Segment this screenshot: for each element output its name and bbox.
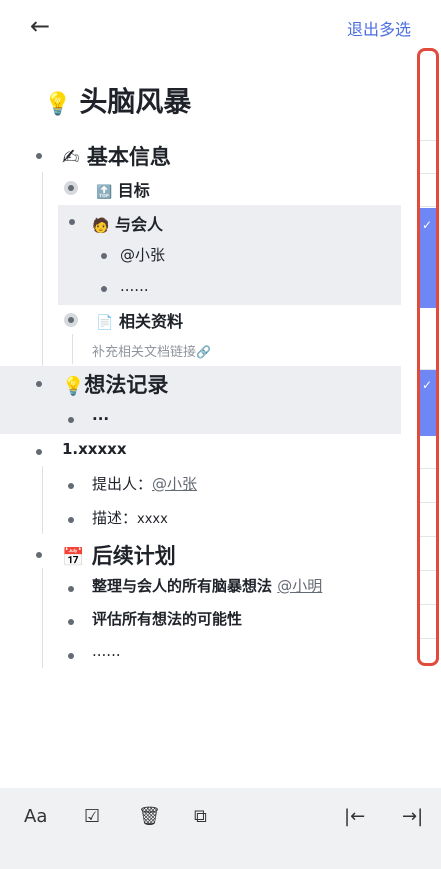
outdent-icon[interactable]: |←	[344, 806, 365, 827]
list-item-idea1[interactable]: 1.xxxxx	[62, 440, 127, 458]
document-icon: 📄	[96, 315, 114, 331]
select-checkbox[interactable]	[420, 605, 436, 639]
indent-guide	[42, 172, 43, 366]
proposer-label: 提出人：	[92, 475, 153, 493]
list-item-attendee-more[interactable]: ......	[120, 277, 149, 295]
select-checkbox[interactable]: ✓	[420, 208, 436, 308]
select-checkbox[interactable]	[420, 469, 436, 503]
selected-block-highlight	[0, 366, 401, 434]
list-item-plan-2[interactable]: 评估所有想法的可能性	[92, 608, 242, 629]
page-title-text: 头脑风暴	[79, 85, 192, 118]
exit-multiselect-button[interactable]: 退出多选	[347, 16, 411, 40]
indent-guide	[72, 334, 73, 364]
list-item-label: 相关资料	[119, 312, 184, 331]
copy-icon[interactable]: ⧉	[194, 806, 207, 827]
list-item-materials[interactable]: 📄 相关资料	[96, 308, 183, 332]
checkmark-icon: ✓	[422, 378, 433, 392]
mention-link[interactable]: @小张	[152, 475, 197, 493]
block-selection-strip: ✓ ✓	[417, 48, 439, 666]
text-style-button[interactable]: Aa	[24, 806, 47, 827]
bullet	[36, 381, 42, 387]
list-item-attendees[interactable]: 🧑 与会人	[92, 211, 163, 235]
plan-item-text: 整理与会人的所有脑暴想法	[92, 577, 273, 595]
bullet	[36, 552, 42, 558]
bullet	[68, 517, 74, 523]
list-item-proposer[interactable]: 提出人：@小张	[92, 473, 197, 494]
list-item-basic-info[interactable]: ✍ 基本信息	[62, 141, 171, 171]
bullet	[68, 653, 74, 659]
delete-icon[interactable]: 🗑	[138, 806, 161, 827]
select-checkbox[interactable]	[420, 308, 436, 370]
list-item-ideas[interactable]: 💡想法记录	[62, 369, 168, 399]
description-label: 描述：	[92, 509, 138, 527]
page-title[interactable]: 💡 头脑风暴	[44, 80, 191, 120]
list-item-plan-more[interactable]: ......	[92, 642, 121, 660]
select-checkbox[interactable]	[420, 571, 436, 605]
top-icon: 🔝	[96, 185, 113, 200]
bullet	[101, 253, 107, 259]
collapse-bullet[interactable]	[64, 181, 78, 195]
select-checkbox[interactable]	[420, 537, 436, 571]
mention-link[interactable]: @小明	[277, 577, 322, 595]
person-icon: 🧑	[92, 218, 110, 234]
select-checkbox[interactable]	[420, 141, 436, 174]
link-icon: 🔗	[196, 345, 211, 359]
bullet	[36, 449, 42, 455]
indent-icon[interactable]: →|	[402, 806, 423, 827]
back-arrow-icon[interactable]: ←	[30, 12, 50, 40]
checkmark-icon: ✓	[422, 218, 433, 232]
select-checkbox[interactable]: ✓	[420, 370, 436, 436]
bullet	[68, 619, 74, 625]
collapse-bullet[interactable]	[64, 313, 78, 327]
materials-hint[interactable]: 补充相关文档链接🔗	[92, 341, 211, 360]
writing-hand-icon: ✍	[62, 145, 80, 169]
select-checkbox[interactable]	[420, 639, 436, 663]
list-item-label: 想法记录	[84, 373, 169, 397]
list-item-label: 目标	[117, 181, 150, 200]
materials-hint-text: 补充相关文档链接	[92, 345, 197, 360]
list-item-attendee[interactable]: @小张	[120, 244, 165, 265]
select-checkbox[interactable]	[420, 174, 436, 207]
list-item-plan[interactable]: 📅 后续计划	[62, 540, 176, 570]
bullet	[69, 219, 75, 225]
checkbox-icon[interactable]: ☑	[84, 806, 100, 827]
indent-guide	[42, 568, 43, 668]
description-value: xxxx	[137, 512, 168, 527]
list-item-plan-1[interactable]: 整理与会人的所有脑暴想法 @小明	[92, 575, 322, 596]
list-item-description[interactable]: 描述：xxxx	[92, 507, 168, 528]
list-item-label: 基本信息	[86, 145, 171, 169]
bullet	[68, 483, 74, 489]
bullet	[68, 586, 74, 592]
list-item-goal[interactable]: 🔝 目标	[96, 177, 150, 201]
list-item-label: 与会人	[115, 215, 164, 234]
bullet	[36, 153, 42, 159]
select-checkbox[interactable]	[420, 51, 436, 141]
bottom-toolbar: Aa ☑ 🗑 ⧉ |← →|	[0, 788, 441, 869]
lightbulb-icon: 💡	[62, 376, 85, 397]
calendar-icon: 📅	[62, 547, 85, 568]
top-bar: ← 退出多选	[0, 0, 441, 50]
bullet	[68, 417, 74, 423]
list-item-ideas-item[interactable]: ...	[92, 406, 109, 424]
select-checkbox[interactable]	[420, 503, 436, 537]
bullet	[101, 286, 107, 292]
indent-guide	[42, 466, 43, 534]
lightbulb-icon: 💡	[44, 92, 72, 117]
list-item-label: 后续计划	[91, 544, 176, 568]
select-checkbox[interactable]	[420, 436, 436, 469]
